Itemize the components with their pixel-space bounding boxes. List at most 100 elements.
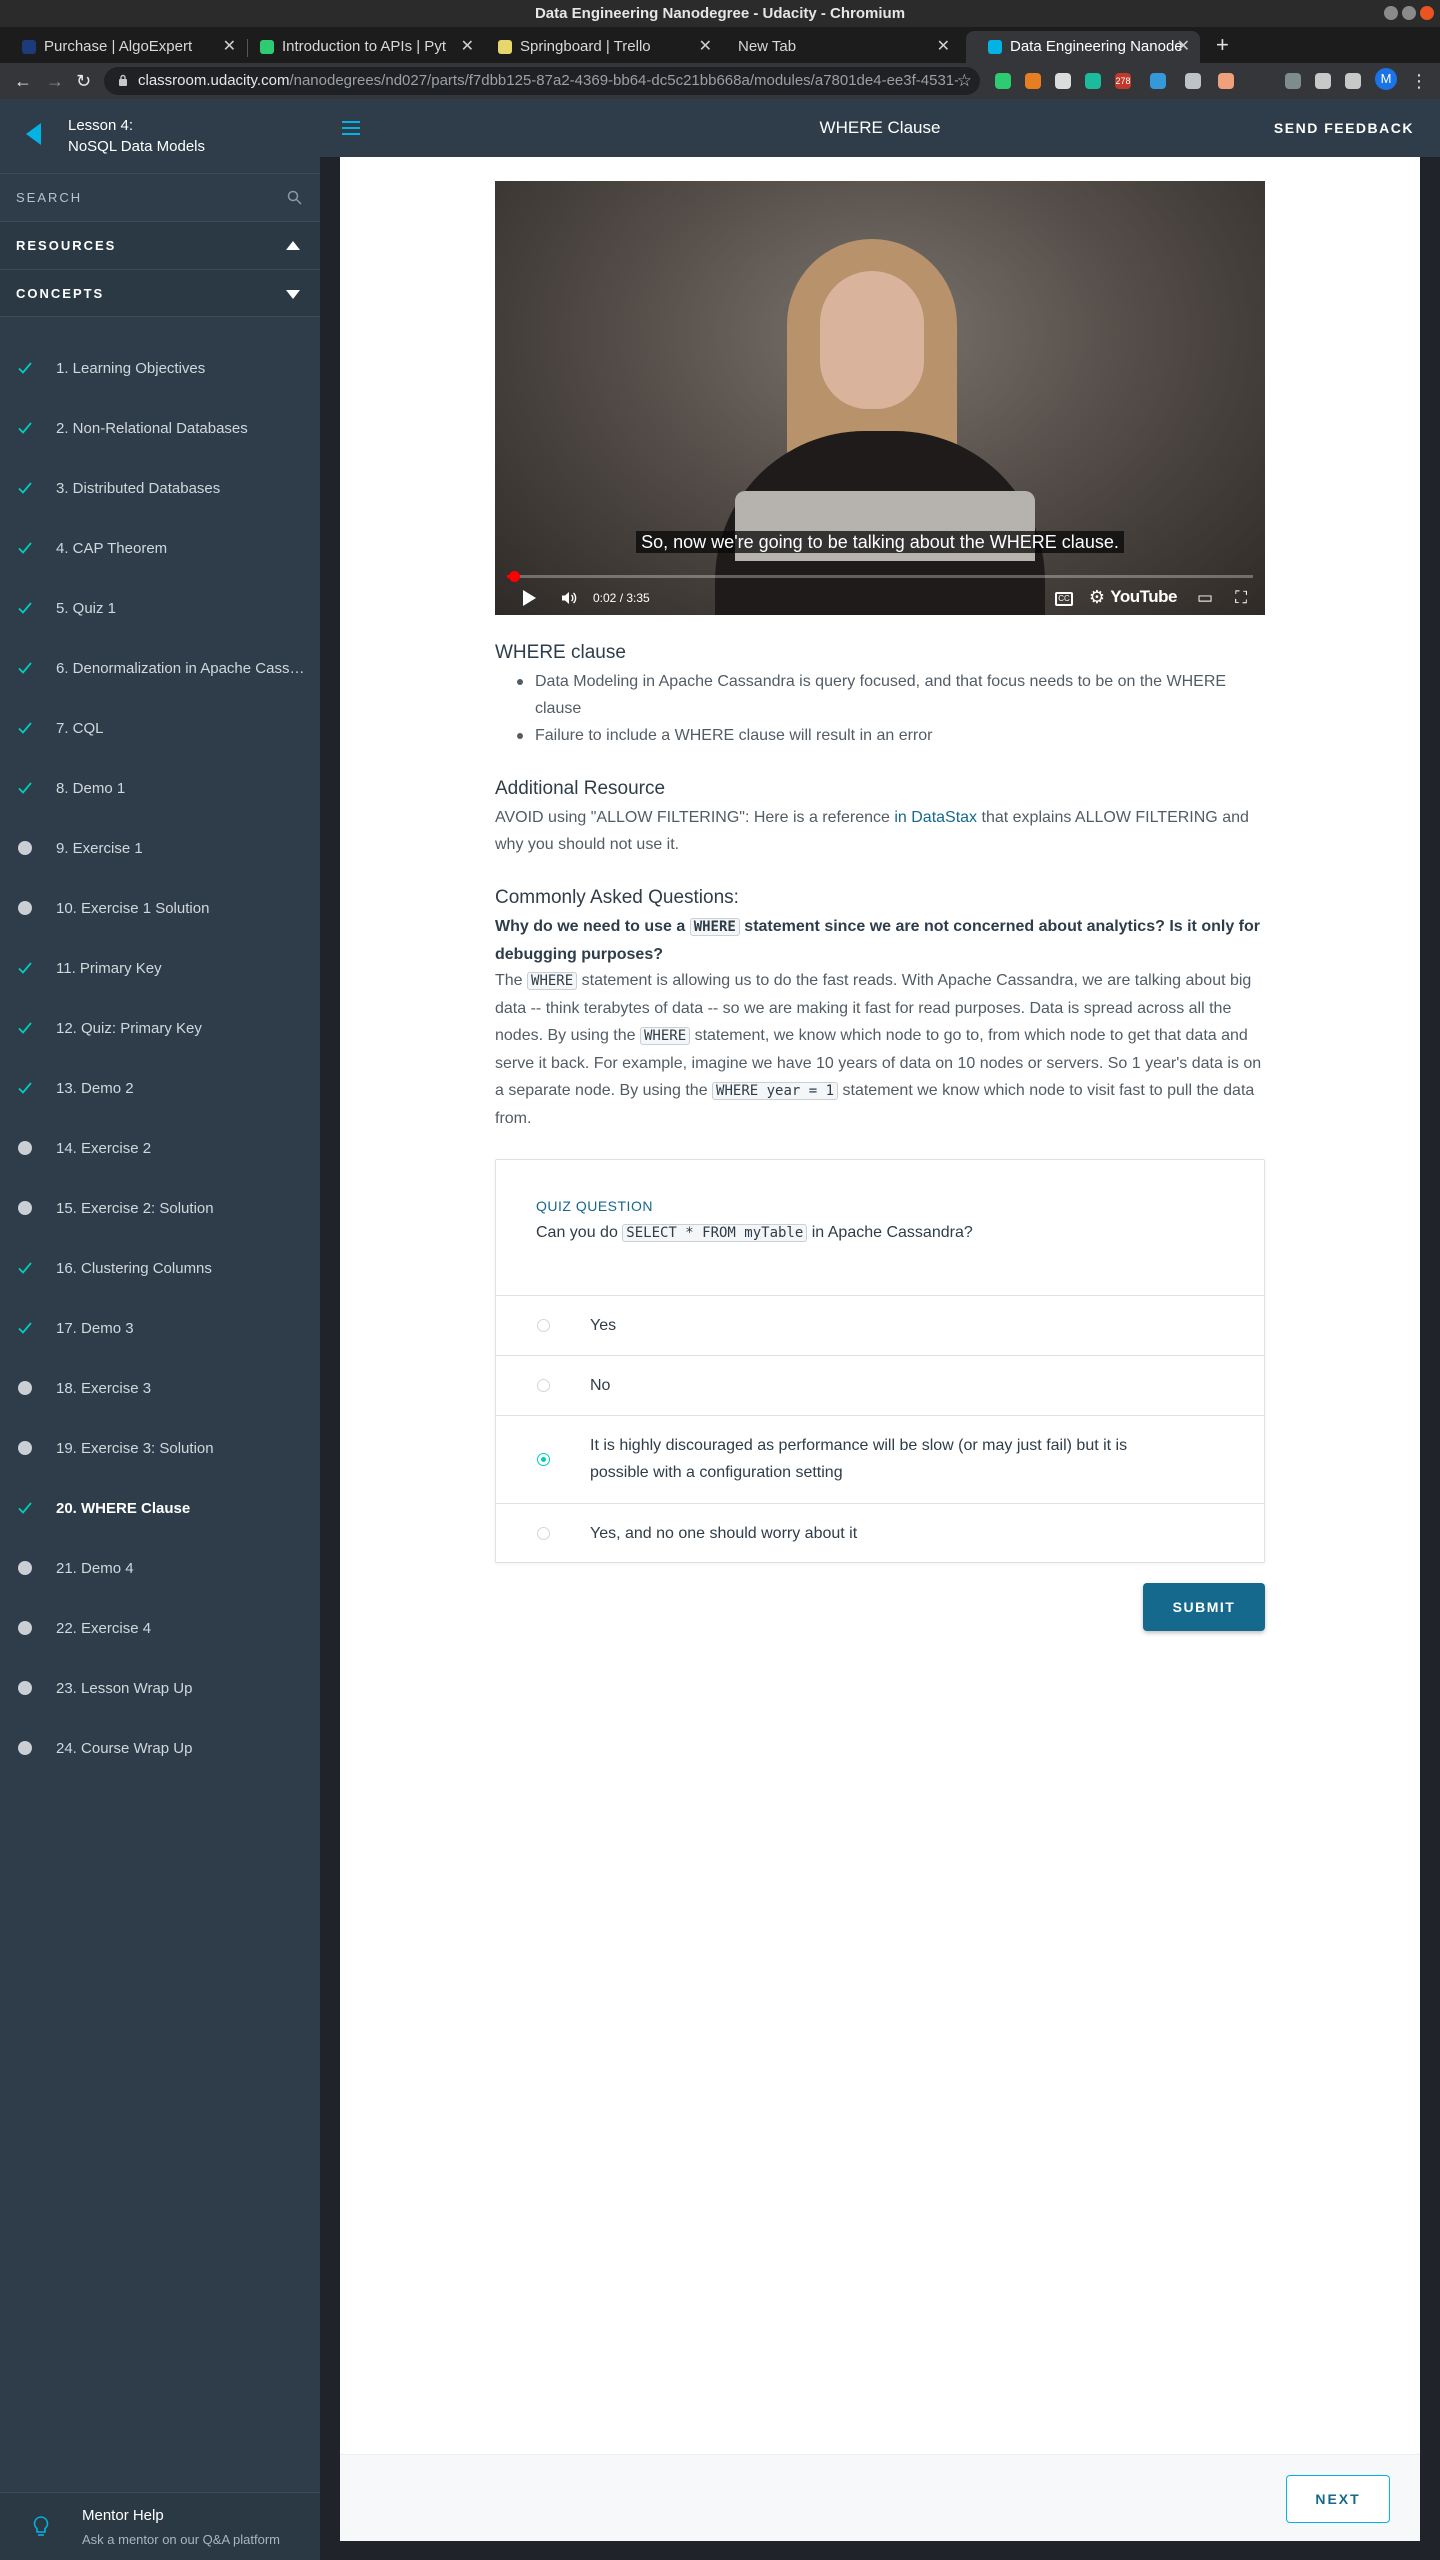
sidebar-concept-item[interactable]: 7. CQL <box>0 699 320 759</box>
quiz-option[interactable]: No <box>496 1355 1264 1415</box>
back-arrow-icon[interactable] <box>26 123 41 145</box>
classroom-header: WHERE Clause SEND FEEDBACK <box>320 99 1440 157</box>
close-tab-icon[interactable]: ✕ <box>937 31 950 63</box>
sidebar-resources-toggle[interactable]: RESOURCES <box>0 221 320 269</box>
sidebar-concept-item[interactable]: 2. Non-Relational Databases <box>0 399 320 459</box>
profile-avatar[interactable]: M <box>1375 68 1397 90</box>
sidebar-concept-item[interactable]: 18. Exercise 3 <box>0 1359 320 1419</box>
concept-label: 13. Demo 2 <box>56 1080 134 1097</box>
incomplete-dot-icon <box>18 1621 32 1635</box>
faq-answer-text: The <box>495 972 528 989</box>
option-label: No <box>590 1377 611 1394</box>
document-extension-icon[interactable] <box>1055 73 1071 89</box>
minimize-button[interactable] <box>1384 6 1398 20</box>
video-progress-bar[interactable] <box>507 571 1253 582</box>
sidebar-concept-item[interactable]: 19. Exercise 3: Solution <box>0 1419 320 1479</box>
radio-button-checked[interactable] <box>537 1453 550 1466</box>
collapse-triangle-icon <box>286 241 300 250</box>
settings-gear-icon[interactable]: ⚙ <box>1089 587 1105 607</box>
sidebar-concept-item[interactable]: 22. Exercise 4 <box>0 1599 320 1659</box>
quiz-option[interactable]: Yes, and no one should worry about it <box>496 1503 1264 1563</box>
browser-menu-icon[interactable]: ⋮ <box>1410 63 1428 99</box>
browser-tab-apis[interactable]: Introduction to APIs | Pyt ✕ <box>238 31 484 63</box>
radio-button[interactable] <box>537 1527 550 1540</box>
concepts-label: CONCEPTS <box>16 286 105 301</box>
faq-question-text: Why do we need to use a <box>495 918 690 935</box>
volume-icon[interactable] <box>561 591 577 605</box>
extension-icon[interactable] <box>1218 73 1234 89</box>
option-label: Yes, and no one should worry about it <box>590 1525 858 1542</box>
sidebar-concepts-toggle[interactable]: CONCEPTS <box>0 269 320 317</box>
sidebar-concept-item[interactable]: 6. Denormalization in Apache Cassandra <box>0 639 320 699</box>
close-tab-icon[interactable]: ✕ <box>699 31 712 63</box>
search-icon[interactable] <box>287 190 302 205</box>
address-bar[interactable]: classroom.udacity.com/nanodegrees/nd027/… <box>104 67 980 95</box>
reload-icon[interactable]: ↻ <box>76 67 91 95</box>
sidebar-concept-item[interactable]: 8. Demo 1 <box>0 759 320 819</box>
extension-icon[interactable] <box>1085 73 1101 89</box>
next-button[interactable]: NEXT <box>1286 2475 1390 2523</box>
video-player[interactable]: So, now we're going to be talking about … <box>495 181 1265 615</box>
sidebar-concept-item[interactable]: 15. Exercise 2: Solution <box>0 1179 320 1239</box>
youtube-logo[interactable]: YouTube <box>1110 587 1177 607</box>
browser-tab-algoexpert[interactable]: Purchase | AlgoExpert ✕ <box>0 31 246 63</box>
concept-label: 5. Quiz 1 <box>56 600 117 617</box>
browser-tab-new[interactable]: New Tab ✕ <box>714 31 960 63</box>
close-tab-icon[interactable]: ✕ <box>223 31 236 63</box>
sidebar-concept-item[interactable]: 13. Demo 2 <box>0 1059 320 1119</box>
puzzle-extensions-icon[interactable] <box>1315 73 1331 89</box>
lesson-sidebar: Lesson 4: NoSQL Data Models SEARCH RESOU… <box>0 99 320 2560</box>
sidebar-concept-item[interactable]: 16. Clustering Columns <box>0 1239 320 1299</box>
sidebar-concept-item[interactable]: 11. Primary Key <box>0 939 320 999</box>
quiz-option[interactable]: Yes <box>496 1295 1264 1355</box>
forward-arrow-icon[interactable]: → <box>46 67 64 95</box>
maximize-button[interactable] <box>1402 6 1416 20</box>
sidebar-concept-item[interactable]: 12. Quiz: Primary Key <box>0 999 320 1059</box>
badge-extension-icon[interactable]: 278 <box>1115 73 1131 89</box>
quiz-question-text: in Apache Cassandra? <box>807 1224 973 1241</box>
close-tab-icon[interactable]: ✕ <box>1177 31 1190 63</box>
extension-icon[interactable] <box>1025 73 1041 89</box>
quiz-option-selected[interactable]: It is highly discouraged as performance … <box>496 1415 1264 1503</box>
sidebar-concept-item[interactable]: 3. Distributed Databases <box>0 459 320 519</box>
reading-list-icon[interactable] <box>1345 73 1361 89</box>
history-extension-icon[interactable] <box>1285 73 1301 89</box>
datastax-link[interactable]: in DataStax <box>894 809 977 826</box>
radio-button[interactable] <box>537 1379 550 1392</box>
fullscreen-icon[interactable]: ⛶ <box>1235 588 1247 608</box>
sidebar-concept-item[interactable]: 21. Demo 4 <box>0 1539 320 1599</box>
sidebar-concept-item[interactable]: 17. Demo 3 <box>0 1299 320 1359</box>
submit-button[interactable]: SUBMIT <box>1143 1583 1265 1631</box>
section-heading-resource: Additional Resource <box>495 778 666 799</box>
sidebar-concept-item[interactable]: 14. Exercise 2 <box>0 1119 320 1179</box>
grammarly-extension-icon[interactable] <box>995 73 1011 89</box>
sidebar-concept-item[interactable]: 23. Lesson Wrap Up <box>0 1659 320 1719</box>
sidebar-search[interactable]: SEARCH <box>0 173 320 221</box>
bullet-item: Data Modeling in Apache Cassandra is que… <box>517 668 1265 722</box>
browser-tab-trello[interactable]: Springboard | Trello ✕ <box>476 31 722 63</box>
close-window-button[interactable] <box>1420 6 1434 20</box>
checkmark-icon <box>18 1322 32 1334</box>
captions-icon[interactable]: CC <box>1055 592 1073 606</box>
sidebar-concept-item[interactable]: 5. Quiz 1 <box>0 579 320 639</box>
play-icon[interactable] <box>523 590 536 606</box>
sidebar-concept-item[interactable]: 9. Exercise 1 <box>0 819 320 879</box>
new-tab-button[interactable]: + <box>1216 27 1229 63</box>
bookmark-star-icon[interactable]: ☆ <box>957 67 972 95</box>
send-feedback-button[interactable]: SEND FEEDBACK <box>1274 99 1414 157</box>
sidebar-concept-item[interactable]: 20. WHERE Clause <box>0 1479 320 1539</box>
sidebar-concept-item[interactable]: 24. Course Wrap Up <box>0 1719 320 1779</box>
sidebar-concept-item[interactable]: 1. Learning Objectives <box>0 339 320 399</box>
close-tab-icon[interactable]: ✕ <box>461 31 474 63</box>
cloud-extension-icon[interactable] <box>1185 73 1201 89</box>
browser-tab-udacity[interactable]: Data Engineering Nanode ✕ <box>966 31 1200 63</box>
back-arrow-icon[interactable]: ← <box>14 67 32 95</box>
sidebar-concept-item[interactable]: 10. Exercise 1 Solution <box>0 879 320 939</box>
radio-button[interactable] <box>537 1319 550 1332</box>
mentor-help[interactable]: Mentor Help Ask a mentor on our Q&A plat… <box>0 2492 320 2560</box>
resource-paragraph: AVOID using "ALLOW FILTERING": Here is a… <box>495 804 1265 858</box>
lesson-header[interactable]: Lesson 4: NoSQL Data Models <box>0 99 320 173</box>
cast-icon[interactable]: ▭ <box>1197 588 1213 608</box>
extension-icon[interactable] <box>1150 73 1166 89</box>
sidebar-concept-item[interactable]: 4. CAP Theorem <box>0 519 320 579</box>
